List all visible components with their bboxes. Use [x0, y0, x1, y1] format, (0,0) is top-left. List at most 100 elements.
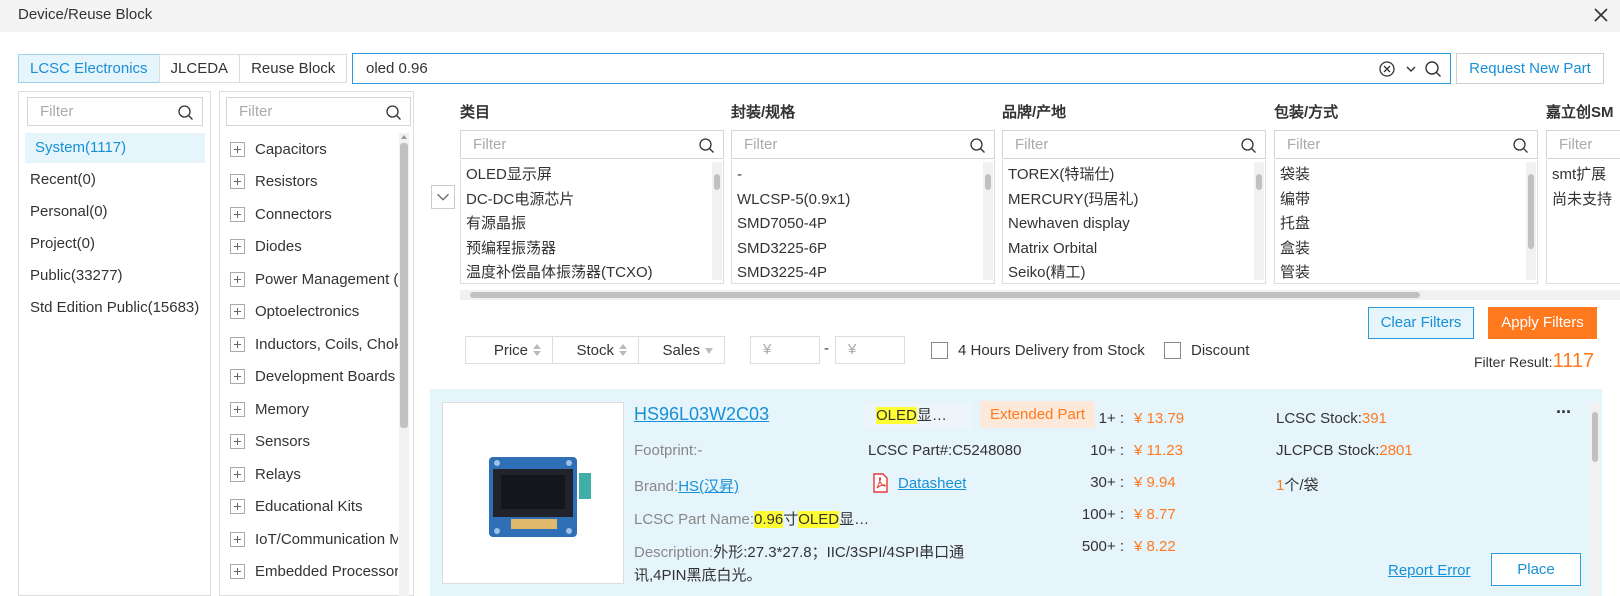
- facet-filter-package[interactable]: Filter: [731, 130, 995, 159]
- scrollbar-thumb[interactable]: [985, 174, 991, 190]
- facet-option[interactable]: 尚未支持: [1552, 188, 1620, 213]
- expand-icon[interactable]: [230, 141, 245, 157]
- library-item-system[interactable]: System(1117): [25, 133, 205, 163]
- library-item-std-edition-public[interactable]: Std Edition Public(15683): [20, 293, 199, 323]
- facet-option[interactable]: Seiko(精工): [1008, 261, 1243, 286]
- facet-option[interactable]: 编带: [1280, 188, 1515, 213]
- category-filter-input[interactable]: Filter: [226, 97, 411, 126]
- scrollbar-thumb[interactable]: [714, 174, 720, 190]
- collapse-filters-icon[interactable]: [431, 185, 455, 209]
- search-query[interactable]: oled 0.96: [366, 60, 428, 77]
- facet-option[interactable]: -: [737, 163, 972, 188]
- facet-option[interactable]: WLCSP-5(0.9x1): [737, 188, 972, 213]
- place-button[interactable]: Place: [1491, 553, 1581, 586]
- expand-icon[interactable]: [230, 368, 245, 384]
- facet-scrollbar[interactable]: [1526, 162, 1536, 280]
- category-item[interactable]: Development Boards &: [230, 365, 398, 387]
- tab-jlceda[interactable]: JLCEDA: [158, 54, 241, 83]
- category-item[interactable]: Capacitors: [230, 138, 398, 160]
- facet-option[interactable]: smt扩展: [1552, 163, 1620, 188]
- facet-option[interactable]: DC-DC电源芯片: [466, 188, 701, 213]
- facet-option[interactable]: Newhaven display: [1008, 212, 1243, 237]
- search-icon[interactable]: [1424, 60, 1442, 78]
- part-number-link[interactable]: HS96L03W2C03: [634, 404, 769, 425]
- facet-option[interactable]: 管装: [1280, 261, 1515, 286]
- expand-icon[interactable]: [230, 531, 245, 547]
- scrollbar-thumb[interactable]: [1592, 412, 1598, 462]
- category-item[interactable]: Sensors: [230, 430, 398, 452]
- facet-option[interactable]: 预编程振荡器: [466, 237, 701, 262]
- category-item[interactable]: Relays: [230, 463, 398, 485]
- expand-icon[interactable]: [230, 466, 245, 482]
- category-item[interactable]: Memory: [230, 398, 398, 420]
- library-item-project[interactable]: Project(0): [20, 229, 95, 259]
- category-item[interactable]: IoT/Communication M: [230, 528, 398, 550]
- facet-filter-packaging[interactable]: Filter: [1274, 130, 1538, 159]
- scrollbar-thumb[interactable]: [400, 143, 408, 428]
- facet-option[interactable]: 有源晶振: [466, 212, 701, 237]
- expand-icon[interactable]: [230, 433, 245, 449]
- expand-icon[interactable]: [230, 173, 245, 189]
- expand-icon[interactable]: [230, 498, 245, 514]
- tab-lcsc-electronics[interactable]: LCSC Electronics: [18, 54, 160, 83]
- facet-option[interactable]: 袋装: [1280, 163, 1515, 188]
- clear-icon[interactable]: [1378, 60, 1396, 78]
- category-item[interactable]: Power Management (P: [230, 268, 398, 290]
- library-item-personal[interactable]: Personal(0): [20, 197, 108, 227]
- price-min-input[interactable]: ¥: [750, 336, 820, 364]
- library-item-public[interactable]: Public(33277): [20, 261, 123, 291]
- category-item[interactable]: Educational Kits: [230, 495, 398, 517]
- sort-sales-button[interactable]: Sales: [638, 336, 725, 364]
- sort-stock-button[interactable]: Stock: [552, 336, 639, 364]
- discount-checkbox[interactable]: [1164, 342, 1181, 359]
- expand-icon[interactable]: [230, 401, 245, 417]
- category-scrollbar[interactable]: [399, 133, 409, 596]
- facet-filter-category[interactable]: Filter: [460, 130, 724, 159]
- scroll-up-icon[interactable]: [400, 133, 408, 141]
- tab-reuse-block[interactable]: Reuse Block: [239, 54, 348, 83]
- facet-option[interactable]: SMD3225-6P: [737, 237, 972, 262]
- facet-option[interactable]: OLED显示屏: [466, 163, 701, 188]
- category-item[interactable]: Diodes: [230, 235, 398, 257]
- clear-filters-button[interactable]: Clear Filters: [1368, 307, 1474, 339]
- scrollbar-thumb[interactable]: [1528, 174, 1534, 249]
- more-options-icon[interactable]: ···: [1556, 402, 1572, 423]
- facet-option[interactable]: SMD7050-4P: [737, 212, 972, 237]
- expand-icon[interactable]: [230, 271, 245, 287]
- chevron-down-icon[interactable]: [1402, 60, 1420, 78]
- category-item[interactable]: Resistors: [230, 170, 398, 192]
- facet-filter-brand[interactable]: Filter: [1002, 130, 1266, 159]
- category-item[interactable]: Optoelectronics: [230, 300, 398, 322]
- expand-icon[interactable]: [230, 206, 245, 222]
- results-scrollbar[interactable]: [1590, 402, 1600, 596]
- report-error-link[interactable]: Report Error: [1388, 562, 1471, 579]
- pdf-icon[interactable]: [872, 473, 889, 493]
- category-item[interactable]: Inductors, Coils, Chok: [230, 333, 398, 355]
- scrollbar-thumb[interactable]: [470, 292, 1420, 298]
- brand-link[interactable]: HS(汉昇): [678, 478, 739, 495]
- facet-option[interactable]: MERCURY(玛居礼): [1008, 188, 1243, 213]
- facet-option[interactable]: 托盘: [1280, 212, 1515, 237]
- expand-icon[interactable]: [230, 238, 245, 254]
- facet-scrollbar[interactable]: [1254, 162, 1264, 280]
- expand-icon[interactable]: [230, 303, 245, 319]
- four-hours-checkbox[interactable]: [931, 342, 948, 359]
- facet-option[interactable]: 盒装: [1280, 237, 1515, 262]
- facet-scrollbar[interactable]: [712, 162, 722, 280]
- facet-option[interactable]: TOREX(特瑞仕): [1008, 163, 1243, 188]
- category-item[interactable]: Connectors: [230, 203, 398, 225]
- scrollbar-thumb[interactable]: [1256, 174, 1262, 190]
- sort-price-button[interactable]: Price: [465, 336, 553, 364]
- part-image[interactable]: [442, 402, 624, 584]
- facets-horizontal-scrollbar[interactable]: [460, 290, 1620, 300]
- expand-icon[interactable]: [230, 563, 245, 579]
- facet-option[interactable]: SMD3225-4P: [737, 261, 972, 286]
- category-item[interactable]: Embedded Processors: [230, 560, 398, 582]
- facet-option[interactable]: Matrix Orbital: [1008, 237, 1243, 262]
- request-new-part-button[interactable]: Request New Part: [1456, 53, 1604, 84]
- facet-scrollbar[interactable]: [983, 162, 993, 280]
- close-icon[interactable]: [1590, 4, 1612, 26]
- library-filter-input[interactable]: Filter: [27, 97, 203, 126]
- price-max-input[interactable]: ¥: [835, 336, 905, 364]
- datasheet-link[interactable]: Datasheet: [898, 475, 966, 492]
